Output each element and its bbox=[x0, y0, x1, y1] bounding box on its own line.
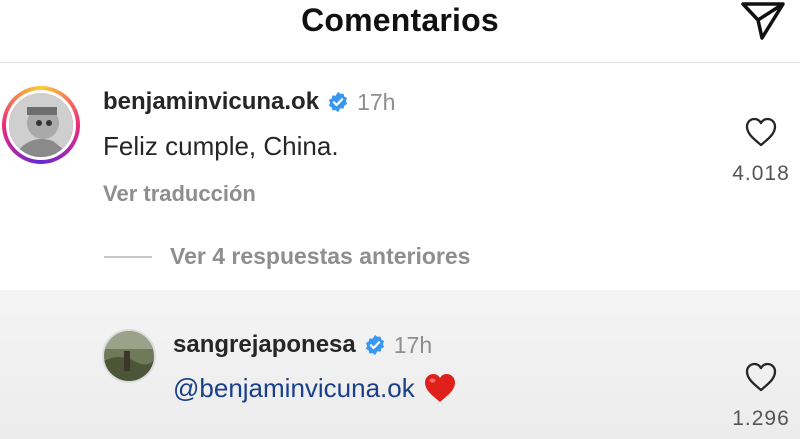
comments-header: Comentarios bbox=[0, 0, 800, 63]
red-heart-emoji-icon bbox=[424, 374, 455, 402]
heart-icon[interactable] bbox=[744, 361, 778, 393]
view-replies-label: Ver 4 respuestas anteriores bbox=[170, 243, 471, 269]
reply-like: 1.296 bbox=[722, 361, 800, 431]
like-count: 4.018 bbox=[732, 162, 790, 185]
page-title: Comentarios bbox=[301, 2, 499, 38]
reply-like-count: 1.296 bbox=[732, 407, 790, 430]
send-icon[interactable] bbox=[740, 0, 786, 40]
verified-badge-icon bbox=[328, 91, 348, 113]
username[interactable]: benjaminvicuna.ok bbox=[103, 88, 319, 116]
reply-username[interactable]: sangrejaponesa bbox=[173, 331, 356, 359]
comment-time: 17h bbox=[357, 88, 396, 115]
mention-link[interactable]: @benjaminvicuna.ok bbox=[173, 373, 415, 404]
reply-avatar[interactable] bbox=[102, 329, 156, 383]
comment-like: 4.018 bbox=[722, 116, 800, 186]
reply-text: @benjaminvicuna.ok bbox=[173, 372, 457, 404]
comment-text: Feliz cumple, China. bbox=[103, 131, 339, 161]
reply-time: 17h bbox=[393, 331, 433, 358]
heart-icon[interactable] bbox=[744, 116, 778, 148]
reply-header-row: sangrejaponesa 17h bbox=[173, 331, 432, 359]
verified-badge-icon bbox=[365, 334, 384, 356]
replies-divider bbox=[104, 255, 152, 258]
view-replies-button[interactable]: Ver 4 respuestas anteriores bbox=[104, 243, 470, 270]
avatar[interactable] bbox=[6, 90, 76, 160]
comment-header-row: benjaminvicuna.ok 17h bbox=[103, 88, 395, 116]
translate-link[interactable]: Ver traducción bbox=[103, 181, 256, 207]
